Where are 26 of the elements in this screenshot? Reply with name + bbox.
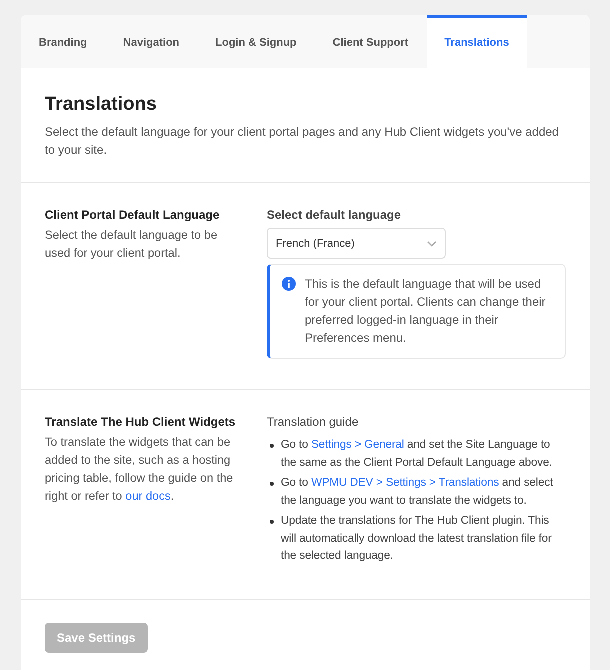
tab[interactable]: Branding bbox=[21, 15, 106, 68]
tab[interactable]: Client Support bbox=[314, 15, 427, 68]
bullet-icon bbox=[270, 520, 274, 524]
link[interactable]: WPMU DEV > Settings > Translations bbox=[311, 477, 500, 489]
guide-step: Go to Settings > General and set the Site Language to the same as the Client Portal Default Language above. bbox=[281, 437, 566, 472]
page-description: Select the default language for your client portal pages and any Hub Client widgets you've added to your site. bbox=[45, 124, 560, 159]
chevron-down-icon bbox=[427, 240, 437, 246]
info-icon bbox=[282, 277, 296, 291]
guide-title: Translation guide bbox=[267, 415, 360, 429]
section-description: Select the default language to be used for your client portal. bbox=[45, 227, 219, 262]
link[interactable]: Settings > General bbox=[311, 439, 404, 451]
section-title: Translate The Hub Client Widgets bbox=[45, 415, 237, 429]
bullet-icon bbox=[270, 444, 274, 448]
tab[interactable]: Navigation bbox=[105, 15, 198, 68]
tab[interactable]: Translations bbox=[426, 15, 528, 68]
notice-text: This is the default language that will be used for your client portal. Clients can change their preferred logged-in language in their Preferences menu. bbox=[305, 276, 547, 347]
field-label: Select default language bbox=[267, 208, 402, 222]
link[interactable]: our docs bbox=[126, 489, 171, 503]
bullet-icon bbox=[270, 482, 274, 486]
page-title: Translations bbox=[45, 94, 158, 116]
guide-step: Go to WPMU DEV > Settings > Translations and select the language you want to translate the widgets to. bbox=[281, 475, 566, 510]
section-title: Client Portal Default Language bbox=[45, 208, 221, 222]
tab[interactable]: Login & Signup bbox=[198, 15, 315, 68]
section-description: To translate the widgets that can be added to the site, such as a hosting pricing table, follow the guide on the right or refer to our docs. bbox=[45, 434, 234, 505]
language-select[interactable]: French (France) bbox=[267, 228, 446, 259]
guide-step: Update the translations for The Hub Client plugin. This will automatically download the latest translation file for the selected language. bbox=[281, 513, 566, 566]
